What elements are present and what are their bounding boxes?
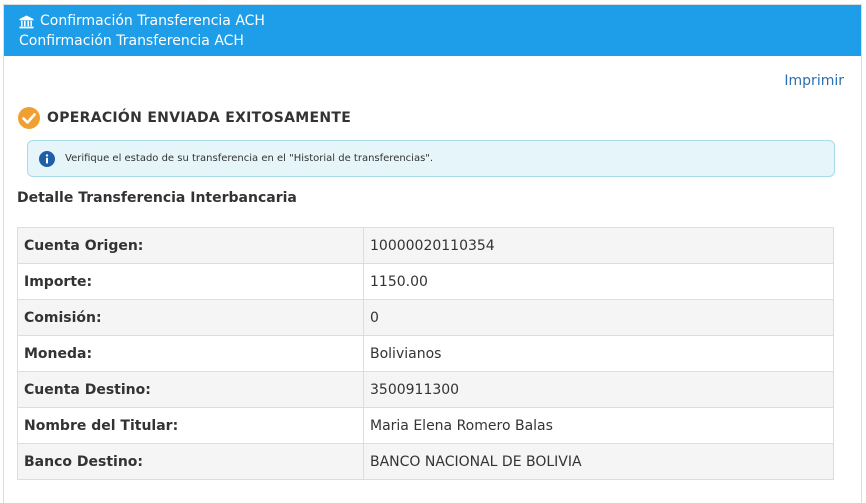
row-label: Nombre del Titular: — [17, 407, 364, 444]
table-row: Moneda: Bolivianos — [17, 335, 834, 372]
table-row: Banco Destino: BANCO NACIONAL DE BOLIVIA — [17, 443, 834, 480]
row-label: Cuenta Destino: — [17, 371, 364, 408]
row-value: 10000020110354 — [363, 227, 834, 264]
row-value: Bolivianos — [363, 335, 834, 372]
section-title: Detalle Transferencia Interbancaria — [17, 190, 297, 206]
row-label: Banco Destino: — [17, 443, 364, 480]
row-value: 0 — [363, 299, 834, 336]
table-row: Cuenta Origen: 10000020110354 — [17, 227, 834, 264]
table-row: Cuenta Destino: 3500911300 — [17, 371, 834, 408]
info-alert: Verifique el estado de su transferencia … — [27, 140, 835, 177]
check-circle-icon — [18, 107, 40, 129]
row-value: Maria Elena Romero Balas — [363, 407, 834, 444]
info-message: Verifique el estado de su transferencia … — [65, 153, 434, 164]
confirmation-panel: Confirmación Transferencia ACH Confirmac… — [3, 4, 862, 503]
row-label: Comisión: — [17, 299, 364, 336]
table-row: Importe: 1150.00 — [17, 263, 834, 300]
success-status: OPERACIÓN ENVIADA EXITOSAMENTE — [17, 106, 351, 130]
table-row: Nombre del Titular: Maria Elena Romero B… — [17, 407, 834, 444]
header-title-row: Confirmación Transferencia ACH — [19, 12, 861, 31]
info-icon — [39, 150, 55, 167]
detail-table: Cuenta Origen: 10000020110354 Importe: 1… — [17, 227, 834, 480]
bank-icon — [19, 15, 34, 28]
success-message: OPERACIÓN ENVIADA EXITOSAMENTE — [47, 110, 352, 126]
row-value: BANCO NACIONAL DE BOLIVIA — [363, 443, 834, 480]
panel-header: Confirmación Transferencia ACH Confirmac… — [4, 5, 861, 56]
print-link[interactable]: Imprimir — [784, 73, 844, 89]
header-title: Confirmación Transferencia ACH — [40, 13, 265, 29]
table-row: Comisión: 0 — [17, 299, 834, 336]
header-subtitle: Confirmación Transferencia ACH — [19, 33, 244, 49]
row-label: Moneda: — [17, 335, 364, 372]
row-value: 1150.00 — [363, 263, 834, 300]
row-value: 3500911300 — [363, 371, 834, 408]
row-label: Importe: — [17, 263, 364, 300]
row-label: Cuenta Origen: — [17, 227, 364, 264]
